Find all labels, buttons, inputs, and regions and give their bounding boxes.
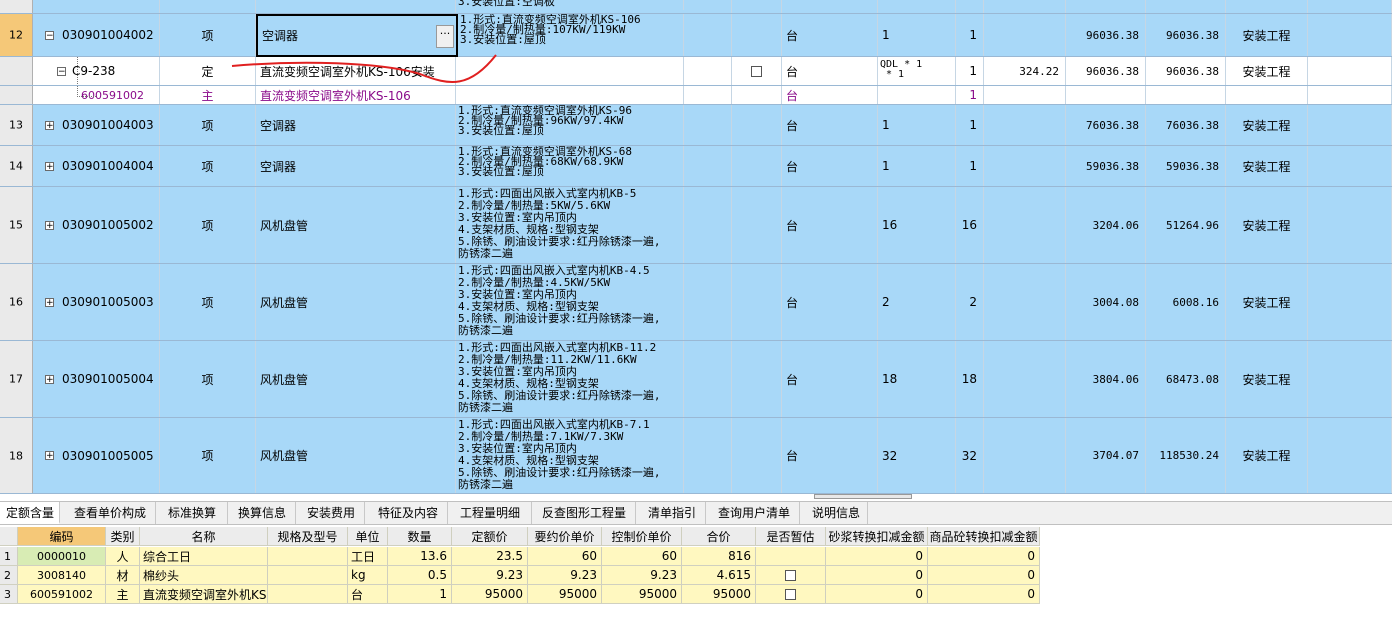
table-row[interactable]: 1 0000010 人 综合工日 工日 13.6 23.5 60 60 816 … [0, 547, 1040, 566]
tab-quantity-details[interactable]: 工程量明细 [454, 502, 532, 524]
tab-conversion-info[interactable]: 换算信息 [232, 502, 296, 524]
column-header-quota-price[interactable]: 定额价 [452, 527, 528, 545]
column-header-mortar-deduction[interactable]: 砂浆转换扣减金额 [826, 527, 928, 545]
tab-quota-content[interactable]: 定额含量 [0, 502, 60, 524]
bill-grid: 3.安装位置:空调板 12 − 030901004002 项 空调器 ··· 1… [0, 0, 1392, 494]
red-annotation-underline [231, 54, 497, 83]
horizontal-scrollbar[interactable] [814, 494, 912, 499]
column-header-name[interactable]: 名称 [140, 527, 268, 545]
detail-tab-bar: 定额含量 查看单价构成 标准换算 换算信息 安装费用 特征及内容 工程量明细 反… [0, 501, 1392, 525]
column-header-offer-price[interactable]: 要约价单价 [528, 527, 602, 545]
column-header-code[interactable]: 编码 [18, 527, 106, 545]
provisional-checkbox[interactable] [785, 588, 796, 600]
column-header-quantity[interactable]: 数量 [388, 527, 452, 545]
column-header-control-price[interactable]: 控制价单价 [602, 527, 682, 545]
column-header-unit[interactable]: 单位 [348, 527, 388, 545]
column-header-total[interactable]: 合价 [682, 527, 756, 545]
column-header-provisional[interactable]: 是否暂估 [756, 527, 826, 545]
provisional-cell[interactable] [756, 566, 826, 584]
provisional-cell[interactable] [756, 585, 826, 603]
table-row[interactable]: 2 3008140 材 棉纱头 kg 0.5 9.23 9.23 9.23 4.… [0, 566, 1040, 585]
column-header-concrete-deduction[interactable]: 商品砼转换扣减金额 [928, 527, 1040, 545]
tab-standard-conversion[interactable]: 标准换算 [162, 502, 228, 524]
table-header-row: 编码 类别 名称 规格及型号 单位 数量 定额价 要约价单价 控制价单价 合价 … [0, 527, 1040, 546]
tab-features-content[interactable]: 特征及内容 [372, 502, 448, 524]
tab-bill-guide[interactable]: 清单指引 [642, 502, 706, 524]
table-row[interactable]: 3 600591002 主 直流变频空调室外机KS 台 1 95000 9500… [0, 585, 1040, 604]
provisional-cell[interactable] [756, 547, 826, 565]
column-header-type[interactable]: 类别 [106, 527, 140, 545]
tab-installation-fee[interactable]: 安装费用 [301, 502, 365, 524]
tab-unit-price-composition[interactable]: 查看单价构成 [68, 502, 156, 524]
provisional-checkbox[interactable] [785, 569, 796, 581]
column-header-spec[interactable]: 规格及型号 [268, 527, 348, 545]
tab-description[interactable]: 说明信息 [806, 502, 868, 524]
tab-reverse-graphic-quantity[interactable]: 反查图形工程量 [536, 502, 636, 524]
tab-query-user-bill[interactable]: 查询用户清单 [712, 502, 800, 524]
